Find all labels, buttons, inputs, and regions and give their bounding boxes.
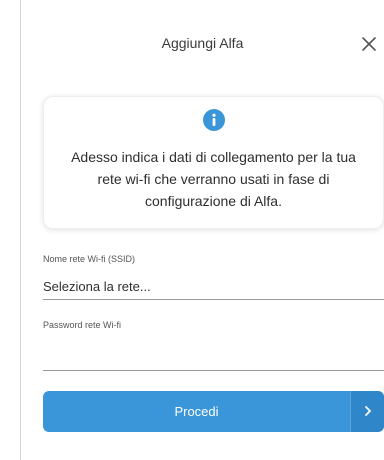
password-field[interactable] [43,345,363,361]
close-icon[interactable] [360,35,378,53]
proceed-label: Procedi [174,404,219,419]
ssid-select[interactable]: Seleziona la rete... [43,279,151,294]
ssid-label: Nome rete Wi-fi (SSID) [43,254,136,264]
password-label: Password rete Wi-fi [43,320,122,330]
dialog-sheet: Aggiungi Alfa Adesso indica i dati di co… [20,0,384,460]
ssid-underline [43,299,384,300]
info-card: Adesso indica i dati di collegamento per… [43,96,384,229]
proceed-button[interactable]: Procedi [43,391,384,432]
info-message: Adesso indica i dati di collegamento per… [71,149,356,209]
password-underline [43,370,384,371]
info-icon [202,109,225,131]
dialog-title: Aggiungi Alfa [161,35,244,51]
dialog-header: Aggiungi Alfa [21,0,384,92]
chevron-right-icon[interactable] [350,391,384,432]
